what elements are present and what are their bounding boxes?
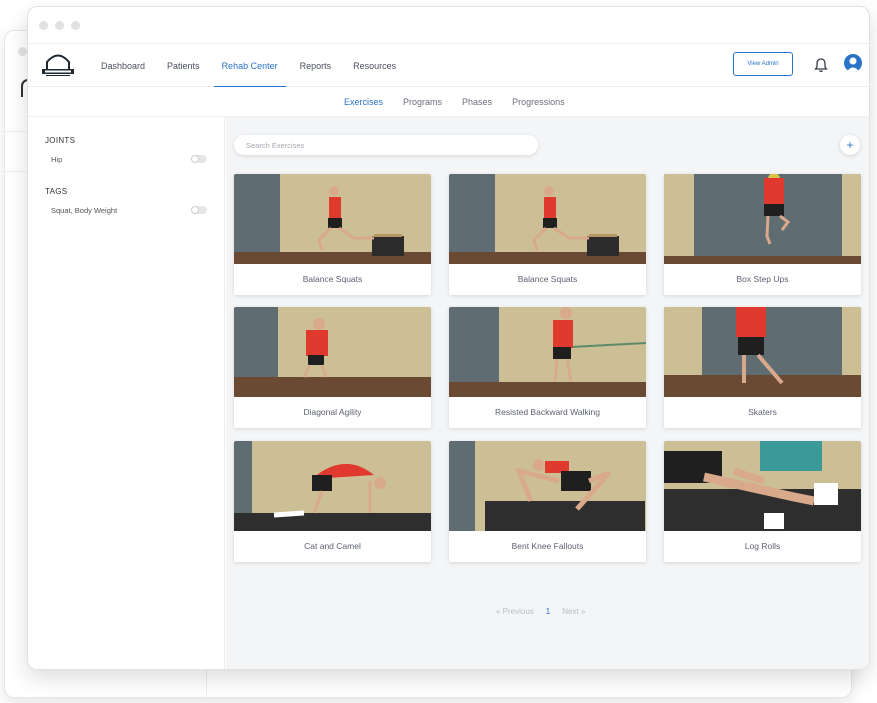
exercise-card[interactable]: Resisted Backward Walking	[449, 307, 646, 428]
exercise-content: + Balance Squats	[226, 117, 869, 669]
sub-tabs: Exercises Programs Phases Progressions	[334, 87, 575, 117]
top-navigation: Dashboard Patients Rehab Center Reports …	[28, 43, 869, 88]
filter-label-squat-body-weight: Squat, Body Weight	[51, 205, 118, 215]
filter-row-hip: Hip	[51, 152, 207, 166]
tab-programs[interactable]: Programs	[393, 87, 452, 117]
nav-patients[interactable]: Patients	[156, 44, 211, 88]
main-nav: Dashboard Patients Rehab Center Reports …	[90, 44, 407, 88]
exercise-title: Box Step Ups	[736, 274, 789, 284]
exercise-card[interactable]: Balance Squats	[234, 174, 431, 295]
exercise-thumbnail	[449, 174, 646, 264]
hip-filter-toggle[interactable]	[191, 155, 207, 163]
tab-exercises[interactable]: Exercises	[334, 87, 393, 117]
pagination: « Previous 1 Next »	[496, 607, 585, 616]
head-logo-icon[interactable]	[40, 52, 76, 78]
squat-body-weight-toggle[interactable]	[191, 206, 207, 214]
exercise-card[interactable]: Skaters	[664, 307, 861, 428]
nav-dashboard[interactable]: Dashboard	[90, 44, 156, 88]
exercise-thumbnail	[234, 307, 431, 397]
tags-heading: TAGS	[45, 187, 68, 196]
exercise-thumbnail	[234, 174, 431, 264]
exercise-title: Resisted Backward Walking	[494, 407, 601, 417]
view-admin-button[interactable]: View Admin	[733, 52, 793, 76]
exercise-card[interactable]: Bent Knee Fallouts	[449, 441, 646, 562]
next-page-link[interactable]: Next »	[562, 607, 585, 616]
exercise-thumbnail	[449, 441, 646, 531]
exercise-title: Log Rolls	[744, 541, 781, 551]
nav-resources[interactable]: Resources	[342, 44, 407, 88]
filter-row-squat-body-weight: Squat, Body Weight	[51, 203, 207, 217]
app-window: Dashboard Patients Rehab Center Reports …	[27, 6, 870, 670]
tab-phases[interactable]: Phases	[452, 87, 502, 117]
exercise-card[interactable]: Diagonal Agility	[234, 307, 431, 428]
exercise-thumbnail	[664, 174, 861, 264]
exercise-title: Bent Knee Fallouts	[511, 541, 584, 551]
exercise-thumbnail	[234, 441, 431, 531]
add-exercise-button[interactable]: +	[840, 135, 860, 155]
exercise-title: Cat and Camel	[304, 541, 361, 551]
window-controls	[39, 21, 80, 30]
close-window-button[interactable]	[39, 21, 48, 30]
exercise-card[interactable]: Balance Squats	[449, 174, 646, 295]
user-avatar-icon[interactable]	[844, 54, 862, 72]
exercise-card[interactable]: Log Rolls	[664, 441, 861, 562]
filter-label-hip: Hip	[51, 154, 63, 164]
exercise-title: Balance Squats	[302, 274, 363, 284]
title-bar	[28, 7, 869, 43]
previous-page-link[interactable]: « Previous	[496, 607, 534, 616]
bell-icon[interactable]	[814, 57, 828, 73]
maximize-window-button[interactable]	[71, 21, 80, 30]
exercise-title: Diagonal Agility	[303, 407, 362, 417]
sub-navigation: Exercises Programs Phases Progressions	[28, 87, 869, 117]
exercise-thumbnail	[664, 307, 861, 397]
exercise-title: Skaters	[748, 407, 777, 417]
exercise-thumbnail	[449, 307, 646, 397]
exercise-thumbnail	[664, 441, 861, 531]
minimize-window-button[interactable]	[55, 21, 64, 30]
filter-sidebar: JOINTS Hip TAGS Squat, Body Weight	[28, 117, 225, 669]
page-number-current[interactable]: 1	[546, 607, 550, 616]
exercise-card[interactable]: Box Step Ups	[664, 174, 861, 295]
nav-reports[interactable]: Reports	[289, 44, 343, 88]
nav-rehab-center[interactable]: Rehab Center	[211, 44, 289, 88]
exercise-card[interactable]: Cat and Camel	[234, 441, 431, 562]
search-input[interactable]	[234, 135, 538, 155]
exercise-title: Balance Squats	[517, 274, 578, 284]
joints-heading: JOINTS	[45, 136, 76, 145]
tab-progressions[interactable]: Progressions	[502, 87, 575, 117]
